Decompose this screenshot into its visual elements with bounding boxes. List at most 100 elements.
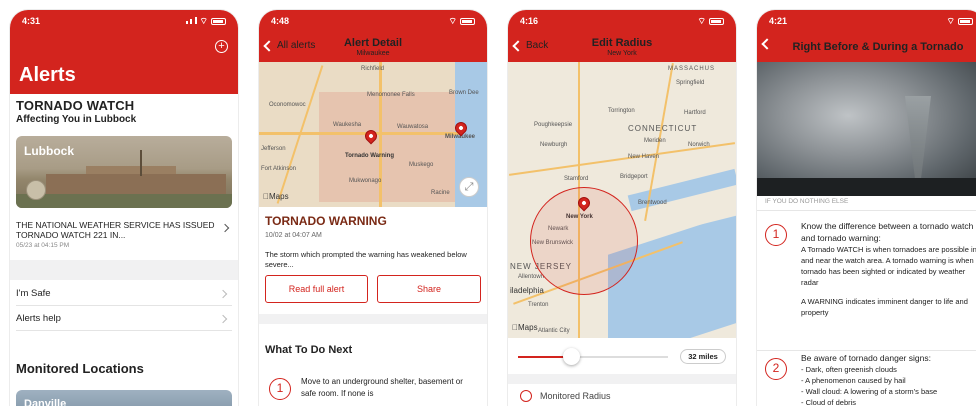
map-label: Waukesha xyxy=(333,122,362,128)
step-number: 1 xyxy=(269,378,291,400)
seal-icon xyxy=(26,180,46,200)
battery-icon xyxy=(958,17,973,25)
divider-band xyxy=(508,374,736,384)
map-label: Jefferson xyxy=(261,146,286,152)
tornado-photo xyxy=(757,62,976,196)
status-icons: ⌔ xyxy=(449,16,475,27)
wifi-icon: ⌔ xyxy=(946,15,955,26)
warning-area xyxy=(319,92,469,202)
location-card[interactable]: Lubbock xyxy=(16,136,232,208)
map-label: Tornado Warning xyxy=(345,153,394,159)
radius-slider[interactable] xyxy=(518,356,668,358)
map-label: Wauwatosa xyxy=(397,124,429,130)
map-label: Stamford xyxy=(564,176,589,182)
edit-radius-screen: 4:16 ⌔ Back Edit Radius New York MASSACH… xyxy=(508,10,736,406)
step-bullet: - Wall cloud: A lowering of a storm's ba… xyxy=(801,387,938,396)
status-time: 4:21 xyxy=(769,16,788,26)
nav-subtitle: Milwaukee xyxy=(356,49,390,57)
radio-label: Monitored Radius xyxy=(540,391,611,401)
radius-map[interactable]: MASSACHUS Springfield Hartford Torringto… xyxy=(508,62,736,338)
nav-title: Alert Detail xyxy=(343,36,403,49)
section-label: IF YOU DO NOTHING ELSE xyxy=(765,198,849,205)
ground-photo xyxy=(16,194,232,208)
tornado-safety-screen: 4:21 ⌔ Right Before & During a Tornado I… xyxy=(757,10,976,406)
maps-label: Maps xyxy=(512,323,538,332)
chevron-right-icon xyxy=(218,289,228,299)
back-label: All alerts xyxy=(277,40,316,51)
nav-title: Edit Radius xyxy=(591,36,653,49)
map-label: Allentown xyxy=(518,274,545,280)
status-icons: ⌔ xyxy=(698,16,724,27)
slider-thumb[interactable] xyxy=(562,348,580,365)
apple-maps-logo: Maps xyxy=(263,192,289,201)
affecting-label: Affecting You in Lubbock xyxy=(16,114,137,125)
nav-bar: Right Before & During a Tornado xyxy=(757,32,976,62)
map-label: Norwich xyxy=(688,142,710,148)
chevron-left-icon xyxy=(263,39,275,52)
divider xyxy=(757,350,976,351)
add-alert-button[interactable]: + xyxy=(215,40,228,53)
radio-button[interactable] xyxy=(520,390,532,402)
map-label: New Haven xyxy=(628,154,660,160)
row-im-safe[interactable]: I'm Safe xyxy=(16,282,232,306)
map-label: CONNECTICUT xyxy=(628,124,698,133)
map-label: Trenton xyxy=(528,302,549,308)
map-label: iladelphia xyxy=(510,286,544,295)
highway xyxy=(259,132,459,135)
map-label: Bridgeport xyxy=(620,174,648,180)
nav-subtitle: New York xyxy=(607,49,637,57)
back-button[interactable] xyxy=(761,38,773,50)
step-body: A Tornado WATCH is when tornadoes are po… xyxy=(801,245,976,287)
alert-map[interactable]: Richfield Oconomowoc Menomonee Falls Bro… xyxy=(259,62,487,207)
apple-maps-logo: Maps xyxy=(512,323,538,332)
horizon xyxy=(757,178,976,196)
read-full-alert-button[interactable]: Read full alert xyxy=(265,275,368,303)
battery-icon xyxy=(460,17,475,25)
map-label: Racine xyxy=(431,190,450,196)
back-button[interactable]: All alerts xyxy=(263,39,316,52)
card-location-name: Lubbock xyxy=(24,144,74,158)
map-label: Richfield xyxy=(361,66,385,72)
map-label: Torrington xyxy=(608,108,635,114)
what-to-do-title: What To Do Next xyxy=(265,344,353,356)
nav-title: Right Before & During a Tornado xyxy=(792,41,964,53)
map-label: Muskego xyxy=(409,162,434,168)
step-text: Move to an underground shelter, basement… xyxy=(301,377,463,398)
status-bar: 4:31 ⌔ xyxy=(10,10,238,32)
status-icons: ⌔ xyxy=(185,15,226,27)
map-label: Poughkeepsie xyxy=(534,122,573,128)
divider-band xyxy=(259,314,487,324)
status-icons: ⌔ xyxy=(947,16,973,27)
alert-detail-screen: 4:48 ⌔ All alerts Alert Detail Milwaukee… xyxy=(259,10,487,406)
share-button[interactable]: Share xyxy=(377,275,481,303)
alert-type-title: TORNADO WATCH xyxy=(16,98,135,113)
building-photo xyxy=(46,174,226,194)
tornado-funnel xyxy=(905,96,931,182)
step-heading: Be aware of tornado danger signs: xyxy=(801,353,931,363)
expand-icon[interactable]: ⤢ xyxy=(459,177,479,197)
maps-label: Maps xyxy=(263,192,289,201)
alert-date: 05/23 at 04:15 PM xyxy=(16,242,70,249)
signal-icon xyxy=(185,16,197,26)
alert-headline[interactable]: THE NATIONAL WEATHER SERVICE HAS ISSUED … xyxy=(16,220,216,240)
chevron-right-icon[interactable] xyxy=(220,223,230,233)
warning-body: The storm which prompted the warning has… xyxy=(265,250,467,269)
wifi-icon: ⌔ xyxy=(697,15,706,26)
back-label: Back xyxy=(526,40,549,51)
step-2: Be aware of tornado danger signs: - Dark… xyxy=(801,352,976,406)
step-bullet: - Cloud of debris xyxy=(801,398,857,406)
warning-date: 10/02 at 04:07 AM xyxy=(265,232,322,239)
monitored-location-card[interactable]: Danville xyxy=(16,390,232,406)
chevron-left-icon xyxy=(512,39,524,52)
step-body: A WARNING indicates imminent danger to l… xyxy=(801,297,968,317)
back-button[interactable]: Back xyxy=(512,39,549,52)
flagpole-photo xyxy=(140,150,142,176)
wifi-icon: ⌔ xyxy=(199,15,208,26)
map-label: Oconomowoc xyxy=(269,102,306,108)
step-1: Know the difference between a tornado wa… xyxy=(801,220,976,318)
row-alerts-help[interactable]: Alerts help xyxy=(16,307,232,331)
status-time: 4:16 xyxy=(520,16,539,26)
chevron-right-icon xyxy=(218,314,228,324)
map-label: Fort Atkinson xyxy=(261,166,297,172)
step-heading: Know the difference between a tornado wa… xyxy=(801,221,974,243)
